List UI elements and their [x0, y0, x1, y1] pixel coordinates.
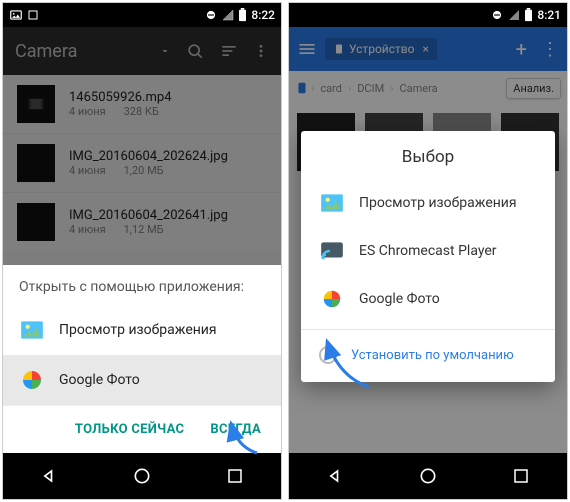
gallery-icon — [319, 190, 345, 216]
dialog-title: Выбор — [301, 131, 555, 179]
dnd-icon — [490, 8, 504, 22]
app-label: Просмотр изображения — [59, 322, 217, 338]
battery-icon — [238, 8, 247, 22]
recents-button[interactable] — [223, 464, 247, 488]
app-option-gallery[interactable]: Просмотр изображения — [301, 179, 555, 227]
battery-icon — [524, 8, 533, 22]
nav-bar — [3, 453, 281, 499]
home-button[interactable] — [130, 464, 154, 488]
app-label: ES Chromecast Player — [359, 243, 497, 259]
chromecast-icon — [319, 238, 345, 264]
clock: 8:21 — [537, 8, 561, 22]
recents-button[interactable] — [509, 464, 533, 488]
chooser-title: Открыть с помощью приложения: — [3, 265, 281, 305]
app-option-google-photos[interactable]: Google Фото — [3, 355, 281, 405]
left-screen: 8:22 Camera 1465059926.mp4 4 июня328 КБ — [2, 2, 282, 500]
set-default-row[interactable]: Установить по умолчанию — [301, 336, 555, 378]
home-button[interactable] — [416, 464, 440, 488]
app-label: Просмотр изображения — [359, 195, 517, 211]
image-icon — [9, 8, 23, 22]
always-button[interactable]: ВСЕГДА — [200, 414, 271, 445]
back-button[interactable] — [323, 464, 347, 488]
app-option-google-photos[interactable]: Google Фото — [301, 275, 555, 323]
status-bar: 8:22 — [3, 3, 281, 27]
google-photos-icon — [319, 286, 345, 312]
clock: 8:22 — [251, 8, 275, 22]
app-option-chromecast[interactable]: ES Chromecast Player — [301, 227, 555, 275]
right-screen: 8:21 Устройство × + ⋮ › card › DCIM › — [288, 2, 568, 500]
radio-unchecked-icon[interactable] — [319, 346, 337, 364]
dnd-icon — [204, 8, 218, 22]
screenshot-icon — [27, 9, 39, 21]
set-default-label: Установить по умолчанию — [351, 348, 514, 363]
no-sim-icon — [508, 8, 520, 22]
gallery-icon — [19, 317, 45, 343]
back-button[interactable] — [37, 464, 61, 488]
app-option-gallery[interactable]: Просмотр изображения — [3, 305, 281, 355]
open-with-dialog: Выбор Просмотр изображения ES Chromecast… — [301, 131, 555, 382]
google-photos-icon — [19, 367, 45, 393]
nav-bar — [289, 453, 567, 499]
app-label: Google Фото — [359, 291, 440, 307]
app-label: Google Фото — [59, 372, 140, 388]
no-sim-icon — [222, 8, 234, 22]
app-chooser-sheet: Открыть с помощью приложения: Просмотр и… — [3, 265, 281, 453]
just-once-button[interactable]: ТОЛЬКО СЕЙЧАС — [65, 414, 194, 445]
status-bar: 8:21 — [289, 3, 567, 27]
